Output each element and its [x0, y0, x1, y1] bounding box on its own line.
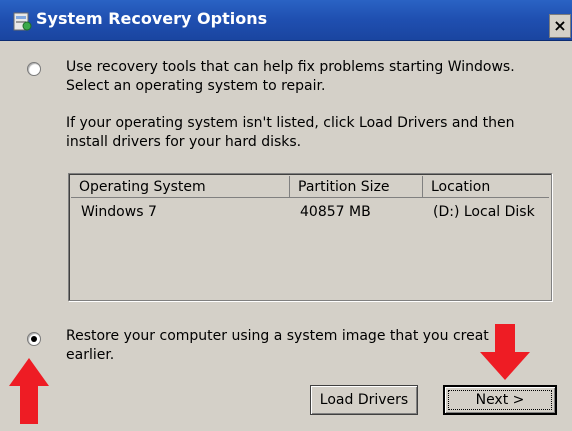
col-location[interactable]: Location	[423, 176, 549, 198]
repair-text-line1: Use recovery tools that can help fix pro…	[66, 59, 515, 75]
close-button[interactable]: ×	[549, 14, 571, 38]
load-drivers-button[interactable]: Load Drivers	[310, 385, 418, 415]
recovery-icon	[13, 12, 32, 31]
row-os-name[interactable]: Windows 7	[71, 202, 290, 222]
row-location[interactable]: (D:) Local Disk	[423, 202, 549, 222]
next-button[interactable]: Next >	[443, 385, 557, 415]
window-title: System Recovery Options	[36, 9, 268, 28]
load-drivers-note: If your operating system isn't listed, c…	[66, 114, 556, 152]
row-partition-size[interactable]: 40857 MB	[290, 202, 423, 222]
list-header: Operating System Partition Size Location	[71, 176, 549, 198]
arrow-down-icon	[480, 324, 530, 380]
repair-description: Use recovery tools that can help fix pro…	[66, 58, 556, 96]
title-bar: System Recovery Options	[0, 0, 572, 41]
note-line2: install drivers for your hard disks.	[66, 134, 302, 150]
radio-repair[interactable]	[27, 62, 41, 76]
radio-restore[interactable]	[27, 332, 41, 346]
col-partition-size[interactable]: Partition Size	[290, 176, 423, 198]
note-line1: If your operating system isn't listed, c…	[66, 115, 515, 131]
arrow-up-icon	[9, 358, 49, 424]
repair-text-line2: Select an operating system to repair.	[66, 78, 326, 94]
os-listbox[interactable]: Operating System Partition Size Location…	[68, 173, 552, 301]
col-operating-system[interactable]: Operating System	[71, 176, 290, 198]
focus-rect	[448, 390, 552, 410]
